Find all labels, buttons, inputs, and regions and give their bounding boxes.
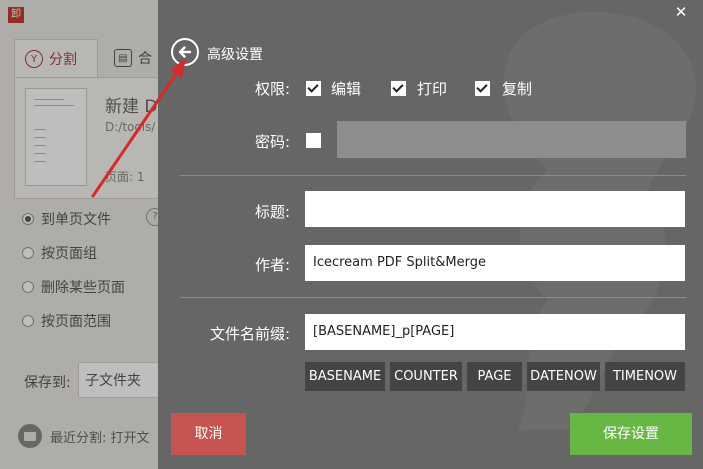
edit-checkbox[interactable] — [306, 81, 321, 96]
author-input[interactable]: Icecream PDF Split&Merge — [305, 245, 685, 281]
author-label: 作者: — [254, 256, 290, 274]
password-input[interactable] — [337, 121, 686, 158]
cancel-button[interactable]: 取消 — [171, 413, 246, 455]
print-checkbox[interactable] — [391, 81, 406, 96]
permissions-label: 权限: — [254, 80, 290, 98]
tag-basename-button[interactable]: BASENAME — [305, 362, 385, 391]
password-label: 密码: — [254, 133, 290, 151]
print-checkbox-label: 打印 — [417, 80, 448, 98]
advanced-settings-panel: ✕ 高级设置 权限: 编辑 打印 复制 密码: 标题: 作者: Icecream… — [158, 0, 703, 469]
copy-checkbox-label: 复制 — [502, 80, 533, 98]
divider — [180, 297, 686, 298]
tag-timenow-button[interactable]: TIMENOW — [605, 362, 685, 391]
panel-title: 高级设置 — [207, 47, 263, 63]
back-button[interactable] — [171, 38, 199, 66]
divider — [180, 175, 686, 176]
title-label: 标题: — [254, 203, 290, 221]
tag-page-button[interactable]: PAGE — [467, 362, 522, 391]
copy-checkbox[interactable] — [475, 81, 490, 96]
title-input[interactable] — [305, 191, 685, 227]
save-settings-button[interactable]: 保存设置 — [570, 413, 692, 455]
password-checkbox[interactable] — [306, 133, 321, 148]
close-button[interactable]: ✕ — [671, 2, 691, 22]
arrow-left-icon — [178, 46, 192, 58]
filename-prefix-label: 文件名前缀: — [209, 325, 290, 343]
edit-checkbox-label: 编辑 — [331, 80, 362, 98]
tag-counter-button[interactable]: COUNTER — [390, 362, 462, 391]
filename-prefix-input[interactable]: [BASENAME]_p[PAGE] — [305, 314, 685, 350]
tag-datenow-button[interactable]: DATENOW — [527, 362, 600, 391]
